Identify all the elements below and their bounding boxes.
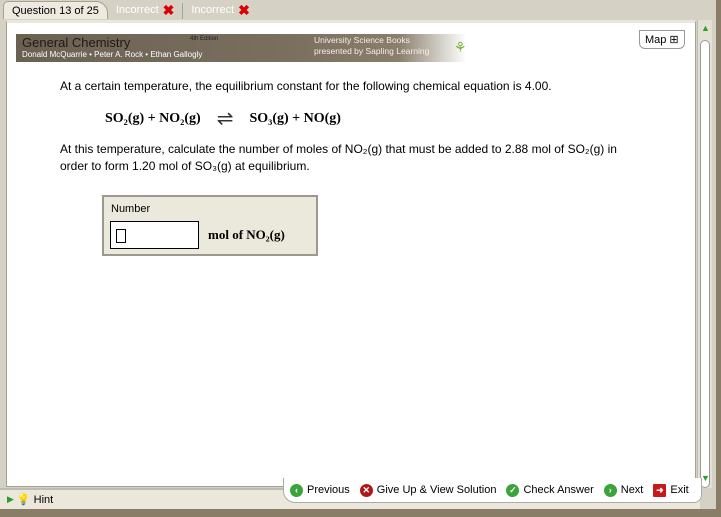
sapling-logo-icon: ⚘ — [454, 39, 467, 55]
exit-label: Exit — [670, 484, 689, 496]
question-intro: At a certain temperature, the equilibriu… — [60, 79, 552, 93]
question-body-line: order to form 1.20 mol of SO₃(g) at equi… — [60, 159, 310, 173]
equation-reactants: SO₂(g) + NO₂(g) — [105, 110, 201, 126]
attempt-status: Incorrect — [115, 4, 159, 16]
hint-button[interactable]: ▶ 💡 Hint — [7, 493, 54, 507]
incorrect-x-icon: ✖ — [162, 1, 175, 18]
lightbulb-icon: 💡 — [16, 494, 31, 506]
map-button[interactable]: Map ⊞ — [639, 30, 685, 49]
book-title: General Chemistry — [22, 35, 131, 50]
exit-button[interactable]: ➜ Exit — [653, 483, 689, 497]
publisher-line: University Science Books — [314, 35, 410, 45]
input-caret — [116, 229, 126, 243]
scroll-up-arrow-icon[interactable]: ▲ — [700, 23, 711, 35]
question-tabs: Question 13 of 25 Incorrect ✖ Incorrect ✖ — [0, 0, 258, 19]
tab-attempt-2[interactable]: Incorrect ✖ — [183, 1, 258, 19]
window-frame — [716, 0, 721, 517]
check-answer-label: Check Answer — [523, 484, 594, 496]
attempt-status: Incorrect — [191, 4, 235, 16]
incorrect-x-icon: ✖ — [238, 1, 250, 18]
publisher: University Science Books presented by Sap… — [314, 35, 429, 57]
equilibrium-arrow-icon: ⇌ — [216, 108, 234, 130]
next-button[interactable]: › Next — [603, 483, 644, 497]
give-up-label: Give Up & View Solution — [376, 484, 497, 496]
answer-unit: mol of NO₂(g) — [208, 227, 285, 242]
forward-arrow-icon: › — [603, 483, 617, 497]
back-arrow-icon: ‹ — [290, 483, 303, 497]
book-edition: 4th Edition — [190, 36, 219, 42]
check-icon: ✓ — [506, 483, 520, 497]
give-up-button[interactable]: ✕ Give Up & View Solution — [359, 483, 497, 497]
book-authors: Donald McQuarrie • Peter A. Rock • Ethan… — [22, 50, 203, 59]
expand-arrow-icon: ▶ — [7, 494, 14, 504]
textbook-banner: General Chemistry 4th Edition Donald McQ… — [16, 34, 467, 62]
give-up-icon: ✕ — [359, 483, 373, 497]
window-frame-bottom — [0, 509, 721, 517]
hint-label: Hint — [33, 493, 54, 506]
number-input[interactable] — [110, 221, 199, 249]
navigation-bar: ‹ Previous ✕ Give Up & View Solution ✓ Chec… — [283, 478, 702, 503]
previous-button[interactable]: ‹ Previous — [290, 483, 350, 497]
check-answer-button[interactable]: ✓ Check Answer — [506, 483, 594, 497]
sitemap-icon: ⊞ — [669, 34, 679, 46]
map-label: Map — [645, 33, 667, 46]
answer-label: Number — [111, 203, 151, 215]
exit-door-icon: ➜ — [653, 483, 667, 497]
previous-label: Previous — [307, 484, 350, 496]
equation-products: SO₃(g) + NO(g) — [249, 110, 341, 126]
tab-attempt-1[interactable]: Incorrect ✖ — [108, 1, 183, 19]
vertical-scrollbar[interactable]: ▲ ▼ — [697, 20, 712, 488]
tab-current-question[interactable]: Question 13 of 25 — [3, 1, 108, 19]
question-body-line: At this temperature, calculate the numbe… — [60, 142, 617, 156]
scroll-thumb[interactable] — [700, 40, 710, 488]
answer-box: Number mol of NO₂(g) — [102, 195, 318, 256]
publisher-line: presented by Sapling Learning — [314, 46, 430, 56]
next-label: Next — [620, 484, 644, 496]
chemical-equation: SO₂(g) + NO₂(g) ⇌ SO₃(g) + NO(g) — [105, 106, 341, 131]
